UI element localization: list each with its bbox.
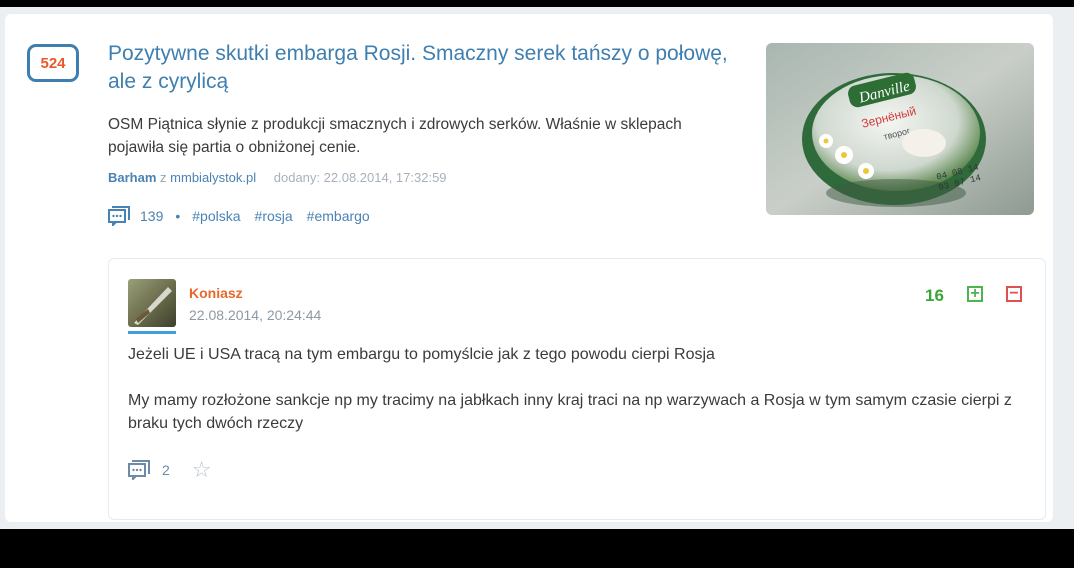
post-thumbnail[interactable]: Danville Зернёный творог 04 08 14 03 07 … xyxy=(766,43,1034,215)
tag-link[interactable]: #polska xyxy=(192,208,240,224)
post-source-link[interactable]: mmbialystok.pl xyxy=(170,170,256,185)
reply-count[interactable]: 2 xyxy=(162,462,170,478)
comment-paragraph: Jeżeli UE i USA tracą na tym embargu to … xyxy=(128,346,715,363)
comment-score: 16 xyxy=(925,286,944,305)
post-author-link[interactable]: Barham xyxy=(108,170,156,185)
from-word: z xyxy=(160,170,167,185)
comment-bubble-icon[interactable] xyxy=(108,204,132,229)
avatar[interactable] xyxy=(128,279,176,327)
plus-icon: + xyxy=(970,285,980,302)
vote-down-button[interactable]: − xyxy=(1006,286,1022,302)
vote-up-button[interactable]: + xyxy=(967,286,983,302)
comment-body: Jeżeli UE i USA tracą na tym embargu to … xyxy=(128,343,1028,458)
post-title[interactable]: Pozytywne skutki embarga Rosji. Smaczny … xyxy=(108,40,748,96)
comment-author-link[interactable]: Koniasz xyxy=(189,285,243,301)
avatar-underline xyxy=(128,331,176,334)
comment-bubble-icon[interactable] xyxy=(128,458,152,483)
comment-date: 22.08.2014, 20:24:44 xyxy=(189,307,322,323)
comment-paragraph: My mamy rozłożone sankcje np my tracimy … xyxy=(128,392,1012,432)
vote-count: 524 xyxy=(40,54,66,72)
minus-icon: − xyxy=(1009,285,1019,302)
vote-counter[interactable]: 524 xyxy=(27,44,79,82)
comment-footer: 2 ☆ xyxy=(128,457,212,483)
post-meta: Barham z mmbialystok.pl dodany: 22.08.20… xyxy=(108,170,447,185)
star-icon[interactable]: ☆ xyxy=(192,457,212,483)
tag-link[interactable]: #embargo xyxy=(307,208,370,224)
post-description: OSM Piątnica słynie z produkcji smacznyc… xyxy=(108,116,682,156)
comment-count[interactable]: 139 xyxy=(140,208,163,224)
tag-link[interactable]: #rosja xyxy=(255,208,293,224)
post-date: dodany: 22.08.2014, 17:32:59 xyxy=(273,170,447,185)
separator-dot: • xyxy=(175,208,181,224)
post-card: 524 Pozytywne skutki embarga Rosji. Smac… xyxy=(5,14,1053,522)
top-comment: Koniasz 22.08.2014, 20:24:44 16 + − Jeże… xyxy=(108,258,1046,520)
post-tags-row: 139 • #polska #rosja #embargo xyxy=(108,204,384,228)
